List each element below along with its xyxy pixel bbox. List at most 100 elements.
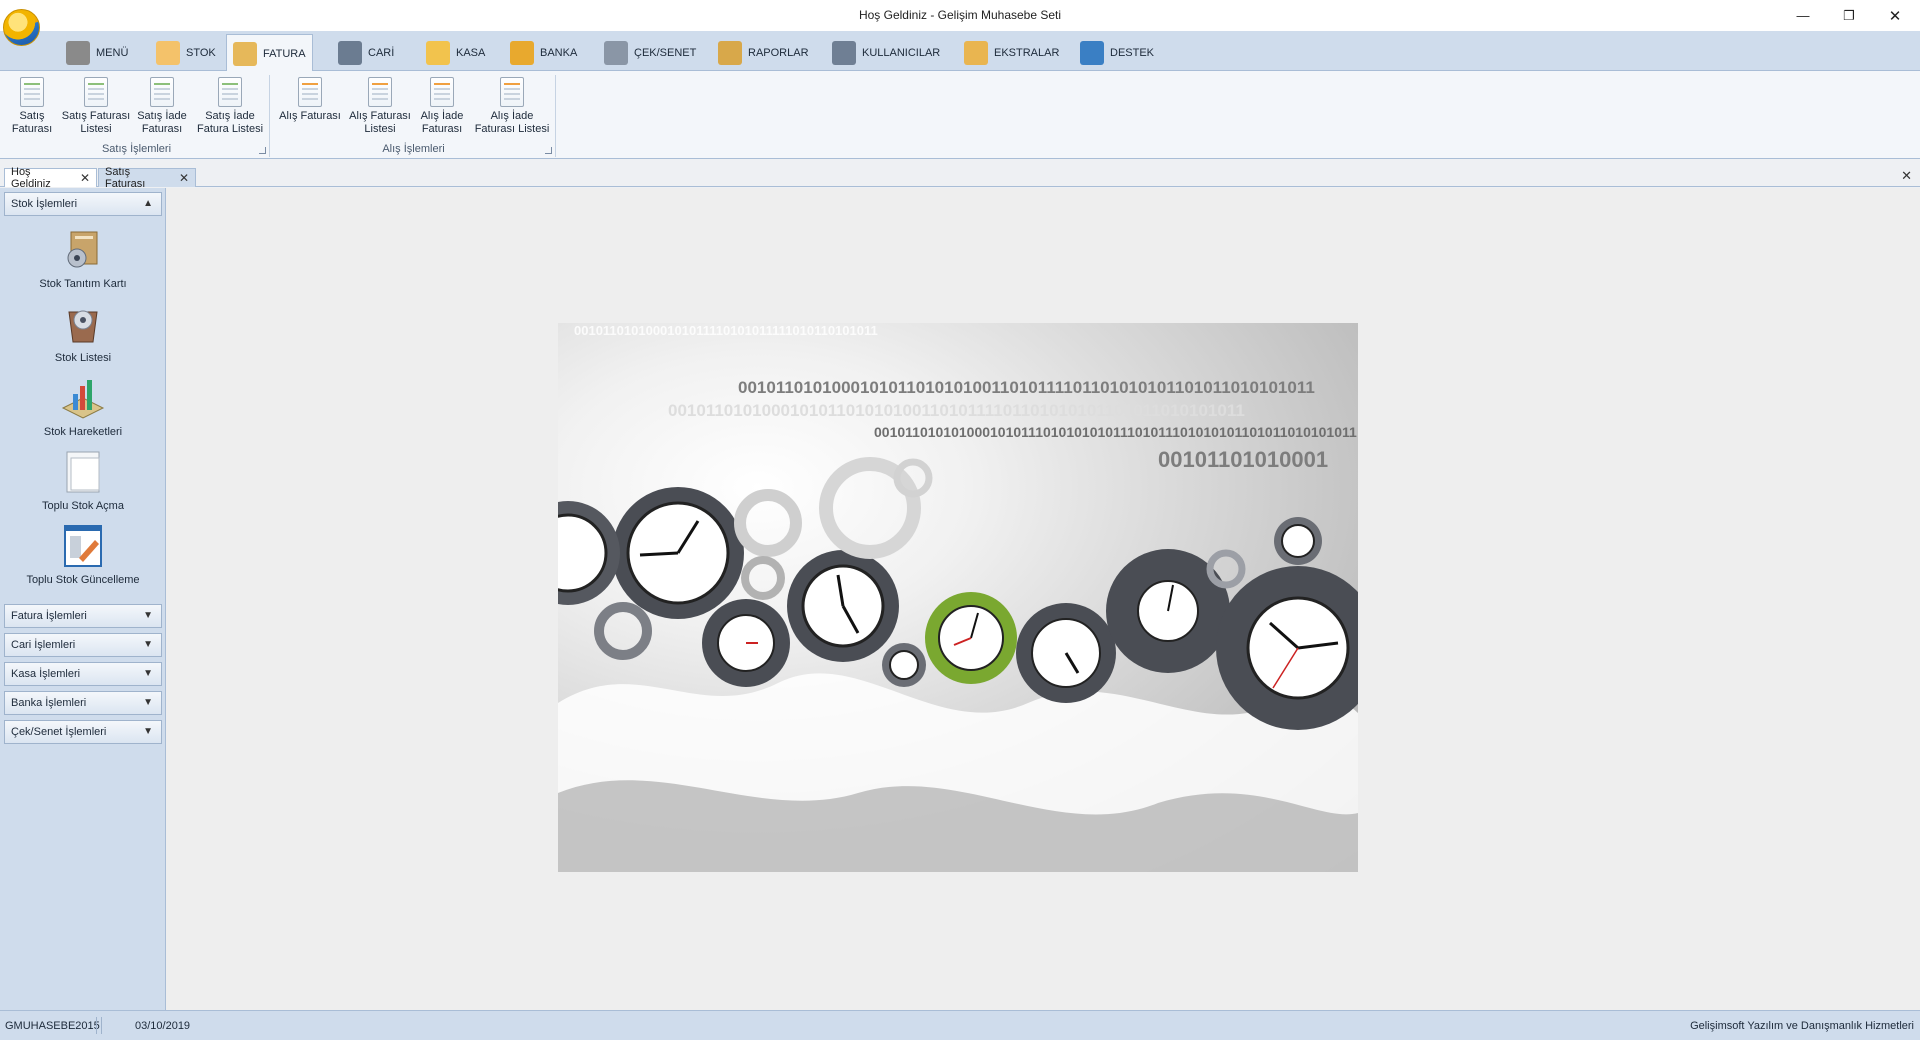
tab-label: RAPORLAR	[748, 46, 809, 59]
invoice-icon	[233, 41, 257, 66]
invoice-doc-icon	[20, 77, 44, 107]
tab-fatura[interactable]: FATURA	[226, 34, 313, 72]
group-launcher-icon[interactable]	[545, 147, 552, 154]
binary-text: 0010110101000101011010101001101011110110…	[738, 378, 1315, 397]
welcome-banner-image: 0010110101000101011110101011111010110101…	[558, 323, 1358, 872]
nav-item-stock-list[interactable]: Stok Listesi	[4, 302, 162, 364]
restore-icon[interactable]: ❐	[1826, 0, 1872, 31]
stock-box-icon	[156, 40, 180, 65]
nav-item-bulk-open[interactable]: Toplu Stok Açma	[4, 450, 162, 512]
button-label: Alış İade	[420, 110, 464, 122]
minimize-icon[interactable]: —	[1780, 0, 1826, 31]
group-launcher-icon[interactable]	[259, 147, 266, 154]
tab-cari[interactable]: CARİ	[332, 34, 400, 71]
purchase-return-icon	[430, 77, 454, 107]
bulk-update-icon	[61, 524, 105, 568]
button-label: Alış Faturası	[279, 110, 341, 122]
binary-text: 0010110101000101011010101001101011110110…	[668, 401, 1245, 420]
gear-clock-icon	[925, 592, 1017, 684]
tab-kasa[interactable]: KASA	[420, 34, 491, 71]
navigation-sidebar: Stok İşlemleri ▲ Stok Tanıtım Kartı Stok …	[0, 188, 166, 1010]
nav-item-label: Stok Listesi	[54, 352, 112, 364]
tab-menu[interactable]: MENÜ	[60, 34, 134, 71]
button-label: Alış Faturası	[349, 110, 411, 122]
doc-tab-label: Hoş Geldiniz	[11, 166, 51, 190]
nav-item-label: Stok Tanıtım Kartı	[39, 278, 127, 290]
nav-group-fatura[interactable]: Fatura İşlemleri ▼	[4, 604, 162, 628]
purchase-invoice-list-button[interactable]: Alış Faturası Listesi	[346, 74, 414, 136]
tab-kullanicilar[interactable]: KULLANICILAR	[826, 34, 946, 71]
sales-return-invoice-button[interactable]: Satış İade Faturası	[132, 77, 192, 136]
close-tab-icon[interactable]: ✕	[80, 171, 90, 185]
id-card-icon	[338, 40, 362, 65]
chevron-down-icon: ▼	[143, 639, 153, 650]
nav-group-label: Çek/Senet İşlemleri	[11, 726, 107, 738]
title-bar: Hoş Geldiniz - Gelişim Muhasebe Seti — ❐…	[0, 0, 1920, 46]
purchase-invoice-button[interactable]: Alış Faturası	[276, 77, 344, 123]
bulk-open-icon	[61, 450, 105, 494]
gear-clock-icon	[1274, 517, 1322, 565]
doc-tab-label: Satış Faturası	[105, 166, 146, 190]
tab-banka[interactable]: BANKA	[504, 34, 583, 71]
ribbon-group-purchase: Alış Faturası Alış Faturası Listesi Alış…	[272, 74, 556, 157]
tab-label: KASA	[456, 46, 486, 59]
sales-invoice-button[interactable]: Satış Faturası	[8, 77, 56, 136]
close-all-icon[interactable]: ✕	[1901, 168, 1912, 184]
purchase-return-invoice-button[interactable]: Alış İade Faturası	[414, 77, 470, 136]
return-invoice-icon	[150, 77, 174, 107]
tab-raporlar[interactable]: RAPORLAR	[712, 34, 815, 71]
bank-coin-icon	[510, 40, 534, 65]
main-content: 0010110101000101011110101011111010110101…	[166, 188, 1920, 1010]
nav-item-bulk-update[interactable]: Toplu Stok Güncelleme	[4, 524, 162, 586]
tab-stok[interactable]: STOK	[150, 34, 222, 71]
app-logo-icon[interactable]	[3, 9, 40, 46]
ribbon-tab-bar: MENÜ STOK FATURA CARİ KASA BANKA ÇEK/SEN…	[0, 31, 1920, 72]
purchase-invoice-list-icon	[364, 74, 392, 107]
nav-group-banka[interactable]: Banka İşlemleri ▼	[4, 691, 162, 715]
sales-invoice-list-button[interactable]: Satış Faturası Listesi	[56, 74, 136, 136]
nav-group-kasa[interactable]: Kasa İşlemleri ▼	[4, 662, 162, 686]
sales-return-invoice-list-button[interactable]: Satış İade Fatura Listesi	[192, 74, 268, 136]
nav-item-stock-movements[interactable]: Stok Hareketleri	[4, 376, 162, 438]
binary-text: 0010110101010001010111010101010111010111…	[874, 424, 1357, 440]
return-invoice-list-icon	[214, 74, 242, 107]
button-label: Satış	[19, 110, 45, 122]
clipboard-icon	[718, 40, 742, 65]
chevron-down-icon: ▼	[143, 697, 153, 708]
doc-tab-welcome[interactable]: Hoş Geldiniz ✕	[4, 166, 97, 190]
doc-tab-sales-invoice[interactable]: Satış Faturası ✕	[98, 166, 196, 190]
tab-label: CARİ	[368, 46, 395, 59]
status-separator	[96, 1017, 97, 1034]
nav-item-label: Stok Hareketleri	[43, 426, 123, 438]
purchase-return-invoice-list-button[interactable]: Alış İade Faturası Listesi	[470, 74, 554, 136]
tab-cek-senet[interactable]: ÇEK/SENET	[598, 34, 702, 71]
nav-item-label: Toplu Stok Açma	[42, 500, 124, 512]
close-tab-icon[interactable]: ✕	[179, 171, 189, 185]
stock-movements-icon	[61, 376, 105, 420]
purchase-return-list-icon	[496, 74, 524, 107]
gear-clock-icon	[702, 599, 790, 687]
gear-clock-icon	[612, 487, 744, 619]
chevron-up-icon: ▲	[143, 198, 153, 209]
gear-clock-icon	[787, 550, 899, 662]
nav-group-cek-senet[interactable]: Çek/Senet İşlemleri ▼	[4, 720, 162, 744]
status-company: Gelişimsoft Yazılım ve Danışmanlık Hizme…	[1690, 1020, 1914, 1032]
button-label: Fatura Listesi	[196, 123, 264, 135]
tab-ekstralar[interactable]: EKSTRALAR	[958, 34, 1065, 71]
button-label: Listesi	[364, 123, 396, 135]
button-label: Faturası	[421, 123, 463, 135]
tab-label: ÇEK/SENET	[634, 46, 697, 59]
tag-icon	[1080, 40, 1104, 65]
invoice-list-icon	[80, 74, 108, 107]
nav-group-cari[interactable]: Cari İşlemleri ▼	[4, 633, 162, 657]
ribbon-panel: Satış Faturası Satış Faturası Listesi Sa…	[0, 71, 1920, 159]
gear-clock-icon	[1016, 603, 1116, 703]
tab-destek[interactable]: DESTEK	[1074, 34, 1160, 71]
nav-group-stok[interactable]: Stok İşlemleri ▲	[4, 192, 162, 216]
nav-item-stock-card[interactable]: Stok Tanıtım Kartı	[4, 228, 162, 290]
close-icon[interactable]: ✕	[1872, 0, 1918, 31]
button-label: Faturası Listesi	[474, 123, 550, 135]
cheque-icon	[604, 40, 628, 65]
nav-group-label: Fatura İşlemleri	[11, 610, 87, 622]
tab-label: MENÜ	[96, 46, 129, 59]
